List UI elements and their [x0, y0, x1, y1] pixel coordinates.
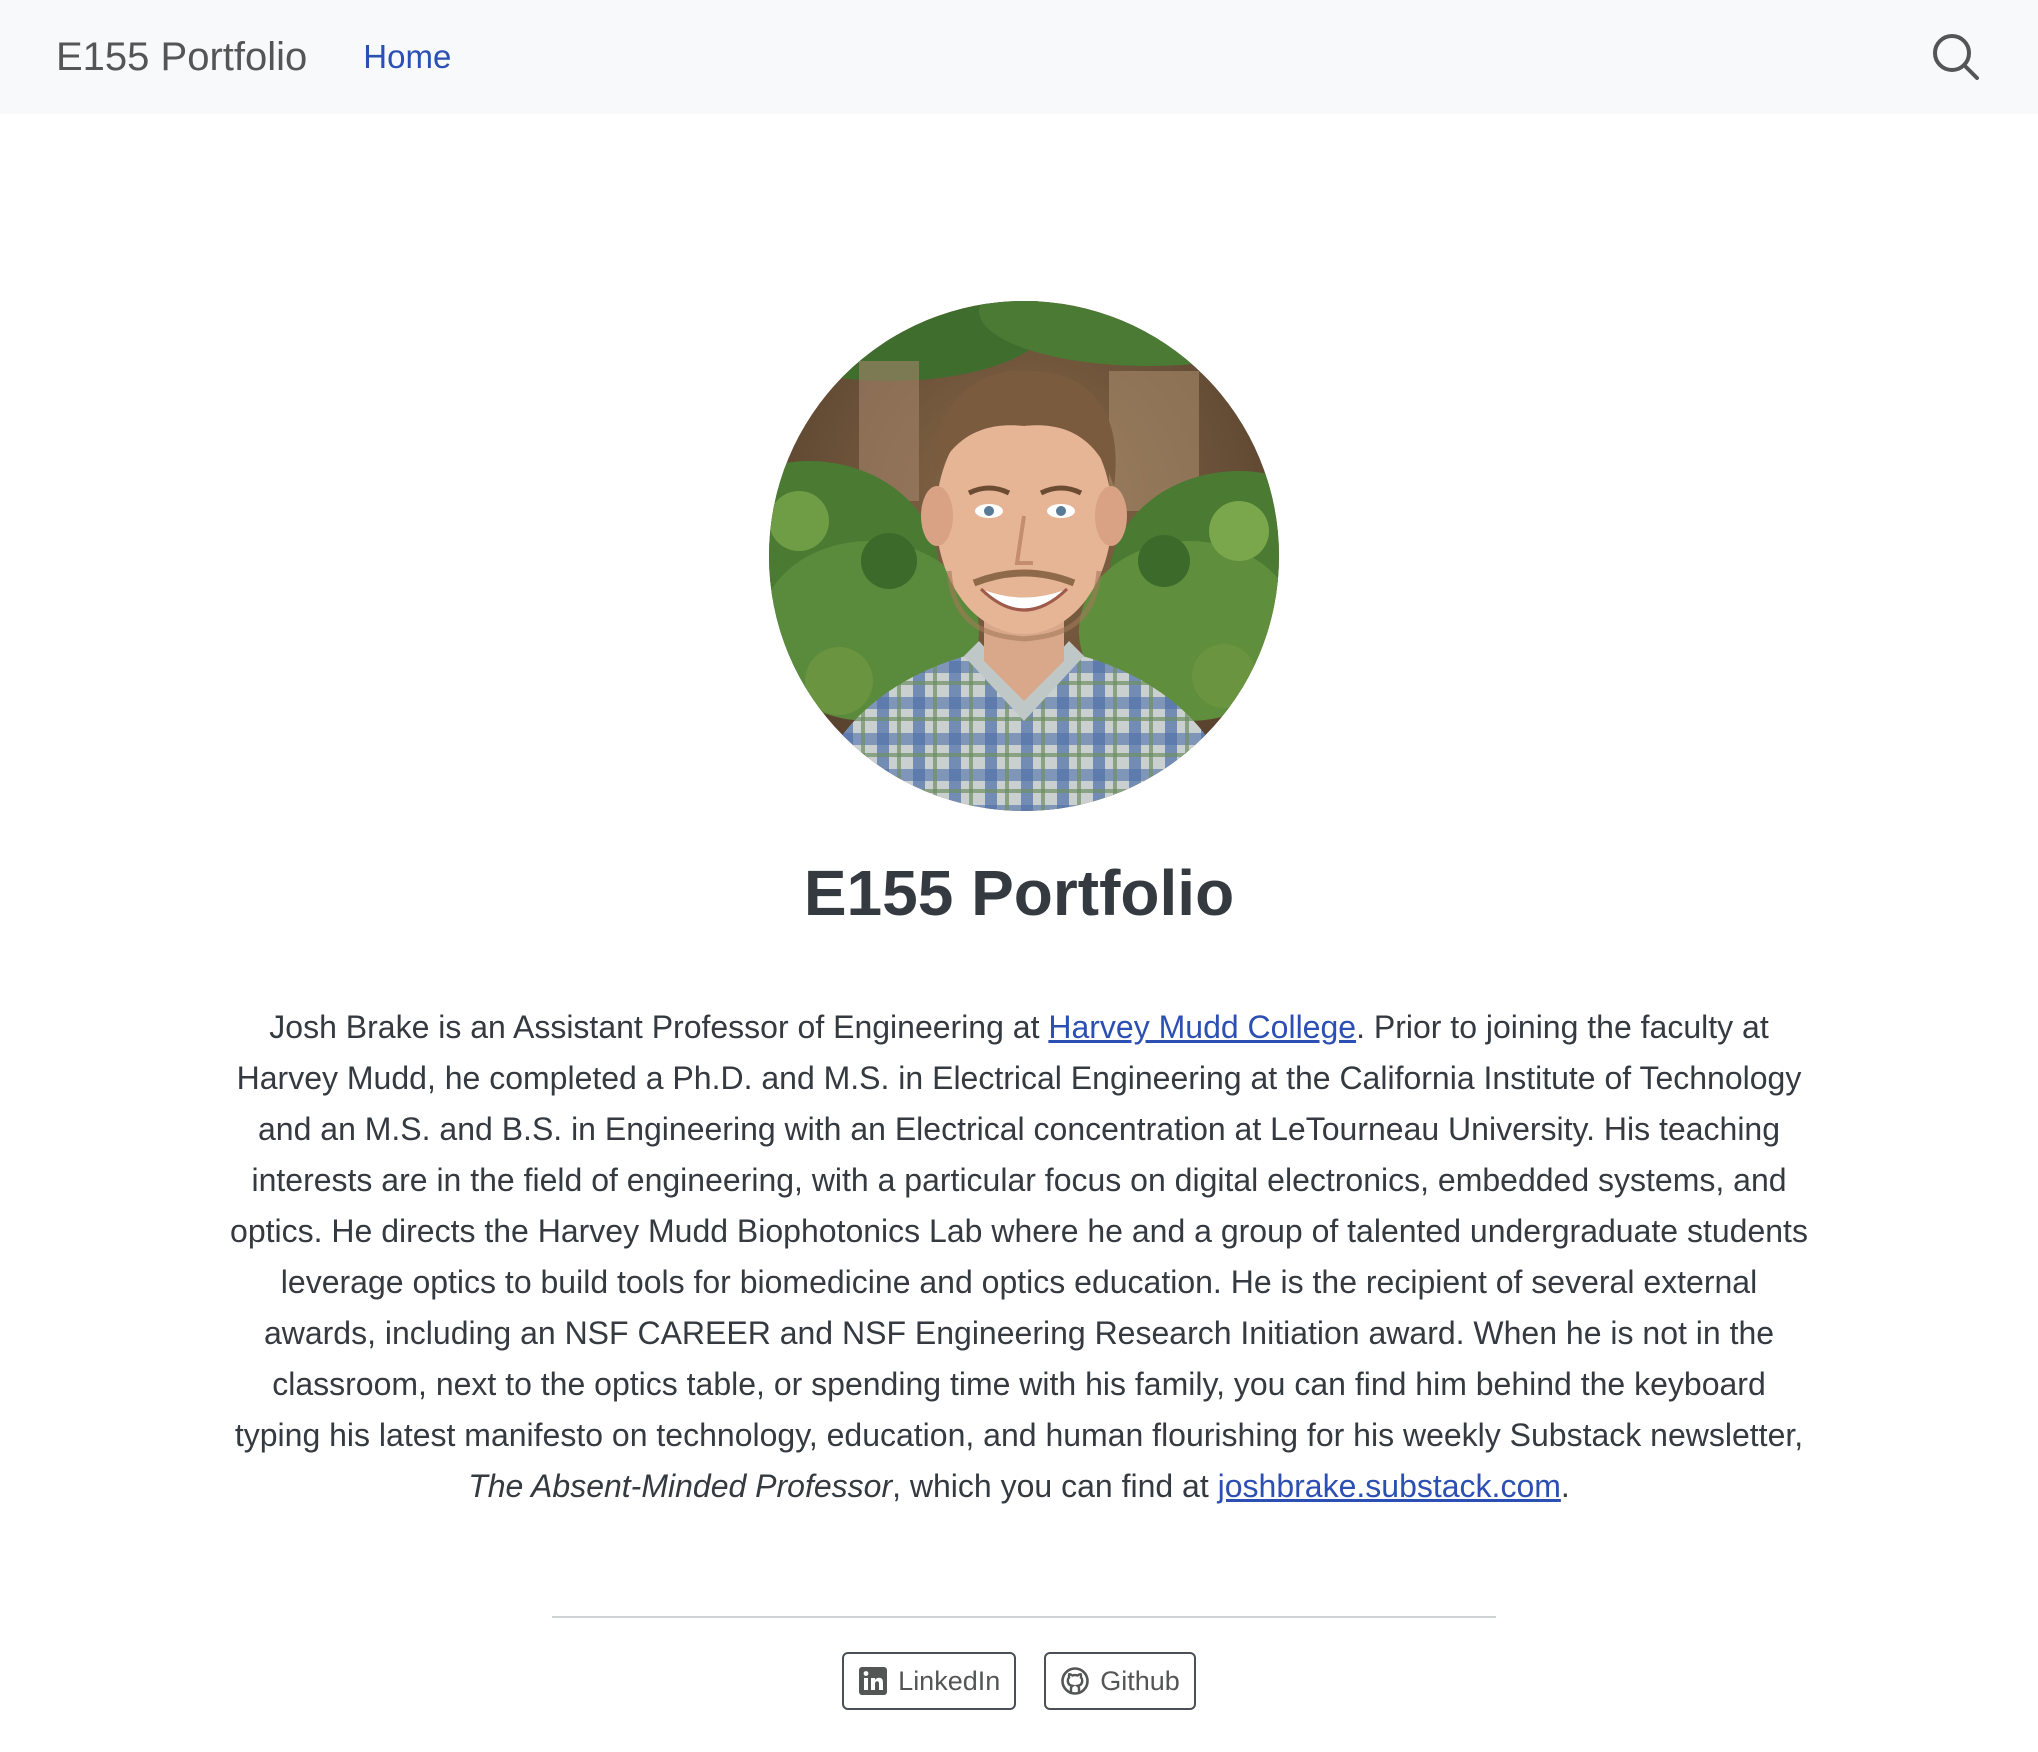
site-brand-link[interactable]: E155 Portfolio [56, 35, 307, 80]
search-icon[interactable] [1932, 33, 1980, 81]
linkedin-button[interactable]: LinkedIn [842, 1652, 1017, 1710]
page-title: E155 Portfolio [803, 857, 1235, 929]
linkedin-icon [858, 1666, 888, 1696]
bio-text-2: . Prior to joining the faculty at Harvey… [230, 1009, 1808, 1453]
github-button[interactable]: Github [1044, 1652, 1196, 1710]
bio-paragraph: Josh Brake is an Assistant Professor of … [230, 1002, 1808, 1512]
bio-text-4: . [1560, 1468, 1570, 1504]
harvey-mudd-link[interactable]: Harvey Mudd College [1048, 1009, 1356, 1045]
top-navbar: E155 Portfolio Home [0, 0, 2038, 114]
bio-text-1: Josh Brake is an Assistant Professor of … [269, 1009, 1049, 1045]
github-icon [1060, 1666, 1090, 1696]
profile-photo [769, 301, 1279, 811]
linkedin-label: LinkedIn [898, 1665, 1001, 1696]
github-label: Github [1100, 1665, 1180, 1696]
nav-home-link[interactable]: Home [363, 38, 451, 76]
substack-link[interactable]: joshbrake.substack.com [1218, 1468, 1561, 1504]
social-links: LinkedIn Github [0, 1652, 2038, 1710]
newsletter-title: The Absent-Minded Professor [468, 1468, 893, 1504]
divider [552, 1616, 1496, 1618]
bio-text-3: , which you can find at [892, 1468, 1218, 1504]
